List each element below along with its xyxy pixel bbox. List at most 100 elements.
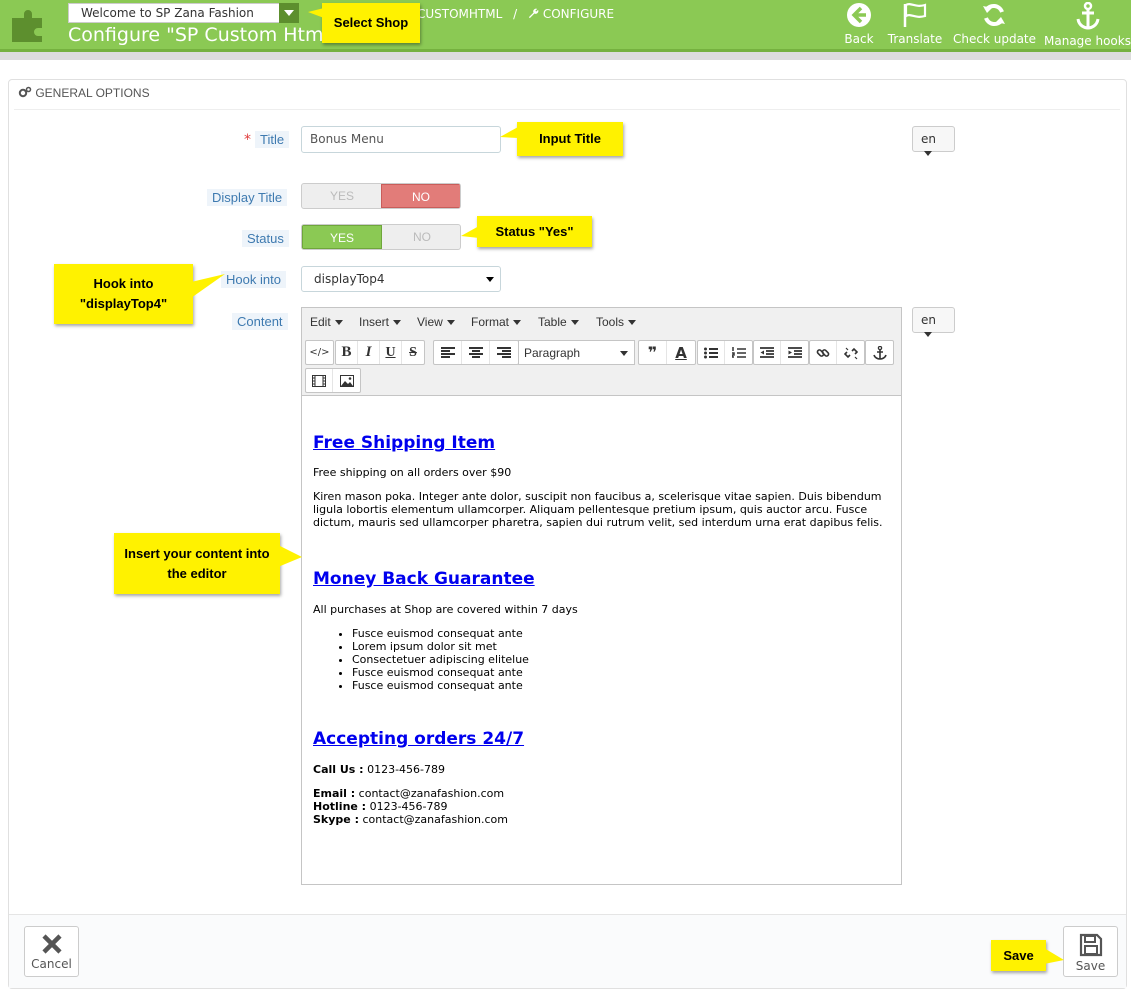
link-group [809,340,865,365]
required-asterisk: * [244,132,251,148]
callout-select-shop-text: Select Shop [333,15,409,30]
callout-insert-line2: the editor [167,565,227,581]
callout-insert-content: Insert your content into the editor [114,533,302,594]
page-title: Configure "SP Custom Html" [68,24,338,46]
bullet-list: Fusce euismod consequat ante Lorem ipsum… [336,627,529,692]
text-style-group: B I U S [335,340,425,365]
title-language-button[interactable]: en [912,126,955,156]
menu-edit[interactable]: Edit [310,315,343,329]
callout-save-text: Save [1003,947,1034,963]
menu-insert[interactable]: Insert [359,315,402,329]
contact-skype: Skype : contact@zanafashion.com [313,813,508,826]
status-label: Status [242,230,289,247]
blockquote-icon[interactable]: ❞ [639,341,667,364]
align-center-icon[interactable] [462,341,490,364]
panel-heading: GENERAL OPTIONS [18,86,150,100]
menu-table[interactable]: Table [538,315,579,329]
status-yes[interactable]: YES [302,225,382,249]
bold-icon[interactable]: B [336,341,358,364]
title-input[interactable]: Bonus Menu [301,126,501,153]
display-title-yes[interactable]: YES [302,184,382,208]
align-left-icon[interactable] [434,341,462,364]
callout-hook-line2: "displayTop4" [79,296,168,311]
callout-hook-line1: Hook into [93,276,154,291]
status-no[interactable]: NO [382,225,460,249]
status-switch[interactable]: YES NO [301,224,461,250]
content-language-button[interactable]: en [912,307,955,337]
back-label: Back [844,32,874,46]
close-icon [41,934,62,954]
paragraph-lorem: Kiren mason poka. Integer ante dolor, su… [313,490,883,529]
menu-format[interactable]: Format [471,315,522,329]
display-title-no[interactable]: NO [381,184,460,208]
refresh-icon [983,4,1005,26]
list-item: Fusce euismod consequat ante [352,627,529,640]
translate-label: Translate [887,32,943,46]
rich-text-editor[interactable]: Edit Insert View Format Table Tools </> … [301,307,902,885]
block-group: ❞ A [638,340,696,365]
video-icon[interactable] [306,369,333,392]
list-item: Consectetuer adipiscing elitelue [352,653,529,666]
chevron-down-icon[interactable] [279,3,299,23]
flag-icon [903,3,927,27]
manage-hooks-button[interactable]: Manage hooks [1044,2,1131,48]
link-icon[interactable] [810,341,837,364]
translate-button[interactable]: Translate [885,2,945,46]
back-button[interactable]: Back [842,2,876,46]
unlink-icon[interactable] [837,341,864,364]
breadcrumb-item-customhtml[interactable]: CUSTOMHTML [417,7,502,21]
media-group [305,368,361,393]
gears-icon [18,86,32,98]
bullet-list-icon[interactable] [698,341,725,364]
numbered-list-icon[interactable] [725,341,752,364]
menu-view[interactable]: View [417,315,455,329]
hook-select[interactable]: displayTop4 [301,266,501,292]
arrow-left-circle-icon [847,3,871,27]
check-update-button[interactable]: Check update [953,2,1037,46]
heading-money-back[interactable]: Money Back Guarantee [313,569,535,589]
floppy-disk-icon [1079,933,1102,957]
shop-select[interactable]: Welcome to SP Zana Fashion [68,3,299,23]
callout-hook-into: Hook into "displayTop4" [54,264,225,324]
menu-tools[interactable]: Tools [596,315,637,329]
strikethrough-icon[interactable]: S [402,341,424,364]
format-select[interactable]: Paragraph [518,340,635,365]
cancel-label: Cancel [31,957,72,971]
save-button[interactable]: Save [1063,926,1118,977]
check-update-label: Check update [953,32,1037,46]
italic-icon[interactable]: I [358,341,380,364]
anchor-icon[interactable] [866,341,893,364]
align-group [433,340,519,365]
contact-call: Call Us : 0123-456-789 [313,763,445,776]
heading-free-shipping[interactable]: Free Shipping Item [313,433,495,453]
cancel-button[interactable]: Cancel [24,926,79,977]
underline-icon[interactable]: U [380,341,402,364]
anchor-group [865,340,894,365]
source-code-icon[interactable]: </> [306,341,333,364]
callout-save: Save [991,940,1064,971]
header-shadow [0,52,1131,60]
title-label: Title [255,131,290,148]
caret-down-icon [924,332,932,337]
caret-down-icon [924,151,932,156]
list-group [697,340,753,365]
format-select-value: Paragraph [524,346,581,360]
paragraph-purchases: All purchases at Shop are covered within… [313,603,578,616]
display-title-switch[interactable]: YES NO [301,183,461,209]
align-right-icon[interactable] [490,341,518,364]
heading-accepting-orders[interactable]: Accepting orders 24/7 [313,729,524,749]
panel-heading-divider [14,109,1120,110]
outdent-icon[interactable] [754,341,781,364]
hook-label: Hook into [221,271,286,288]
paragraph-free-shipping: Free shipping on all orders over $90 [313,466,512,479]
callout-input-title-text: Input Title [539,131,601,146]
image-icon[interactable] [333,369,360,392]
content-language-value: en [921,313,936,327]
caret-down-icon [486,277,494,282]
list-item: Fusce euismod consequat ante [352,679,529,692]
panel-heading-text: GENERAL OPTIONS [35,86,150,100]
indent-icon[interactable] [781,341,808,364]
text-color-icon[interactable]: A [667,341,695,364]
contact-hotline: Hotline : 0123-456-789 [313,800,448,813]
content-label: Content [232,313,288,330]
